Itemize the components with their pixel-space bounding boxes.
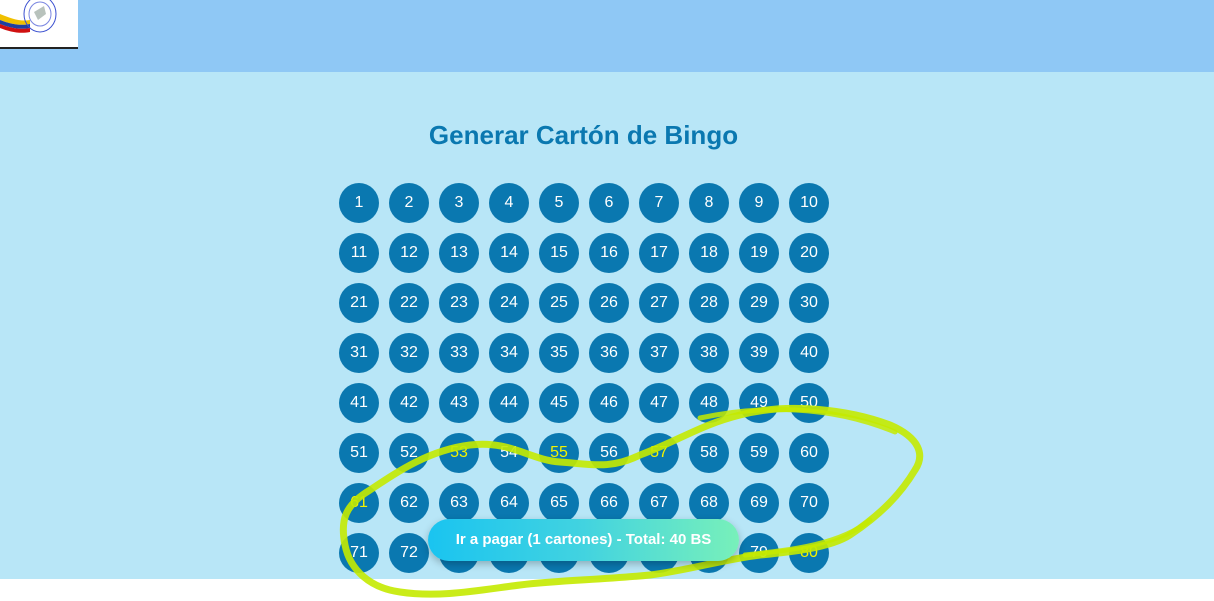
bingo-number-49[interactable]: 49 <box>739 383 779 423</box>
bingo-number-8[interactable]: 8 <box>689 183 729 223</box>
bingo-number-64[interactable]: 64 <box>489 483 529 523</box>
bingo-number-14[interactable]: 14 <box>489 233 529 273</box>
bingo-number-4[interactable]: 4 <box>489 183 529 223</box>
bingo-number-45[interactable]: 45 <box>539 383 579 423</box>
top-bar <box>0 0 1214 72</box>
bingo-number-23[interactable]: 23 <box>439 283 479 323</box>
bingo-number-30[interactable]: 30 <box>789 283 829 323</box>
bingo-number-37[interactable]: 37 <box>639 333 679 373</box>
bingo-number-59[interactable]: 59 <box>739 433 779 473</box>
bingo-number-38[interactable]: 38 <box>689 333 729 373</box>
bingo-number-41[interactable]: 41 <box>339 383 379 423</box>
page-title: Generar Cartón de Bingo <box>428 120 739 150</box>
bingo-number-9[interactable]: 9 <box>739 183 779 223</box>
bingo-number-33[interactable]: 33 <box>439 333 479 373</box>
bingo-number-25[interactable]: 25 <box>539 283 579 323</box>
bingo-number-66[interactable]: 66 <box>589 483 629 523</box>
bingo-number-40[interactable]: 40 <box>789 333 829 373</box>
bingo-number-10[interactable]: 10 <box>789 183 829 223</box>
bingo-number-60[interactable]: 60 <box>789 433 829 473</box>
bingo-number-69[interactable]: 69 <box>739 483 779 523</box>
bingo-number-6[interactable]: 6 <box>589 183 629 223</box>
bingo-number-50[interactable]: 50 <box>789 383 829 423</box>
bingo-number-72[interactable]: 72 <box>389 533 429 573</box>
bingo-number-79[interactable]: 79 <box>739 533 779 573</box>
bingo-number-52[interactable]: 52 <box>389 433 429 473</box>
bingo-number-46[interactable]: 46 <box>589 383 629 423</box>
bingo-number-16[interactable]: 16 <box>589 233 629 273</box>
bingo-number-26[interactable]: 26 <box>589 283 629 323</box>
bingo-number-13[interactable]: 13 <box>439 233 479 273</box>
bingo-number-56[interactable]: 56 <box>589 433 629 473</box>
bingo-number-36[interactable]: 36 <box>589 333 629 373</box>
bingo-number-18[interactable]: 18 <box>689 233 729 273</box>
bingo-number-20[interactable]: 20 <box>789 233 829 273</box>
bingo-number-27[interactable]: 27 <box>639 283 679 323</box>
logo[interactable] <box>0 0 78 49</box>
bingo-number-12[interactable]: 12 <box>389 233 429 273</box>
bingo-number-7[interactable]: 7 <box>639 183 679 223</box>
bingo-number-53[interactable]: 53 <box>439 433 479 473</box>
bingo-number-29[interactable]: 29 <box>739 283 779 323</box>
bingo-number-35[interactable]: 35 <box>539 333 579 373</box>
bingo-number-11[interactable]: 11 <box>339 233 379 273</box>
bingo-number-31[interactable]: 31 <box>339 333 379 373</box>
bingo-number-65[interactable]: 65 <box>539 483 579 523</box>
bingo-number-58[interactable]: 58 <box>689 433 729 473</box>
bingo-number-61[interactable]: 61 <box>339 483 379 523</box>
bingo-number-5[interactable]: 5 <box>539 183 579 223</box>
bingo-number-68[interactable]: 68 <box>689 483 729 523</box>
bingo-number-48[interactable]: 48 <box>689 383 729 423</box>
bingo-number-51[interactable]: 51 <box>339 433 379 473</box>
bingo-number-24[interactable]: 24 <box>489 283 529 323</box>
bingo-number-21[interactable]: 21 <box>339 283 379 323</box>
bingo-number-32[interactable]: 32 <box>389 333 429 373</box>
bingo-number-47[interactable]: 47 <box>639 383 679 423</box>
bingo-number-54[interactable]: 54 <box>489 433 529 473</box>
bingo-number-17[interactable]: 17 <box>639 233 679 273</box>
bingo-number-80[interactable]: 80 <box>789 533 829 573</box>
bingo-number-71[interactable]: 71 <box>339 533 379 573</box>
bingo-number-55[interactable]: 55 <box>539 433 579 473</box>
bingo-number-2[interactable]: 2 <box>389 183 429 223</box>
bingo-number-67[interactable]: 67 <box>639 483 679 523</box>
bingo-number-62[interactable]: 62 <box>389 483 429 523</box>
bingo-number-44[interactable]: 44 <box>489 383 529 423</box>
bingo-number-34[interactable]: 34 <box>489 333 529 373</box>
bingo-number-43[interactable]: 43 <box>439 383 479 423</box>
bingo-number-42[interactable]: 42 <box>389 383 429 423</box>
bingo-number-19[interactable]: 19 <box>739 233 779 273</box>
bingo-number-39[interactable]: 39 <box>739 333 779 373</box>
bingo-number-28[interactable]: 28 <box>689 283 729 323</box>
bingo-number-1[interactable]: 1 <box>339 183 379 223</box>
logo-image <box>0 0 57 33</box>
bingo-number-15[interactable]: 15 <box>539 233 579 273</box>
bingo-number-57[interactable]: 57 <box>639 433 679 473</box>
bingo-number-63[interactable]: 63 <box>439 483 479 523</box>
bingo-number-70[interactable]: 70 <box>789 483 829 523</box>
bingo-number-22[interactable]: 22 <box>389 283 429 323</box>
bingo-number-3[interactable]: 3 <box>439 183 479 223</box>
pay-button[interactable]: Ir a pagar (1 cartones) - Total: 40 BS <box>428 519 739 561</box>
